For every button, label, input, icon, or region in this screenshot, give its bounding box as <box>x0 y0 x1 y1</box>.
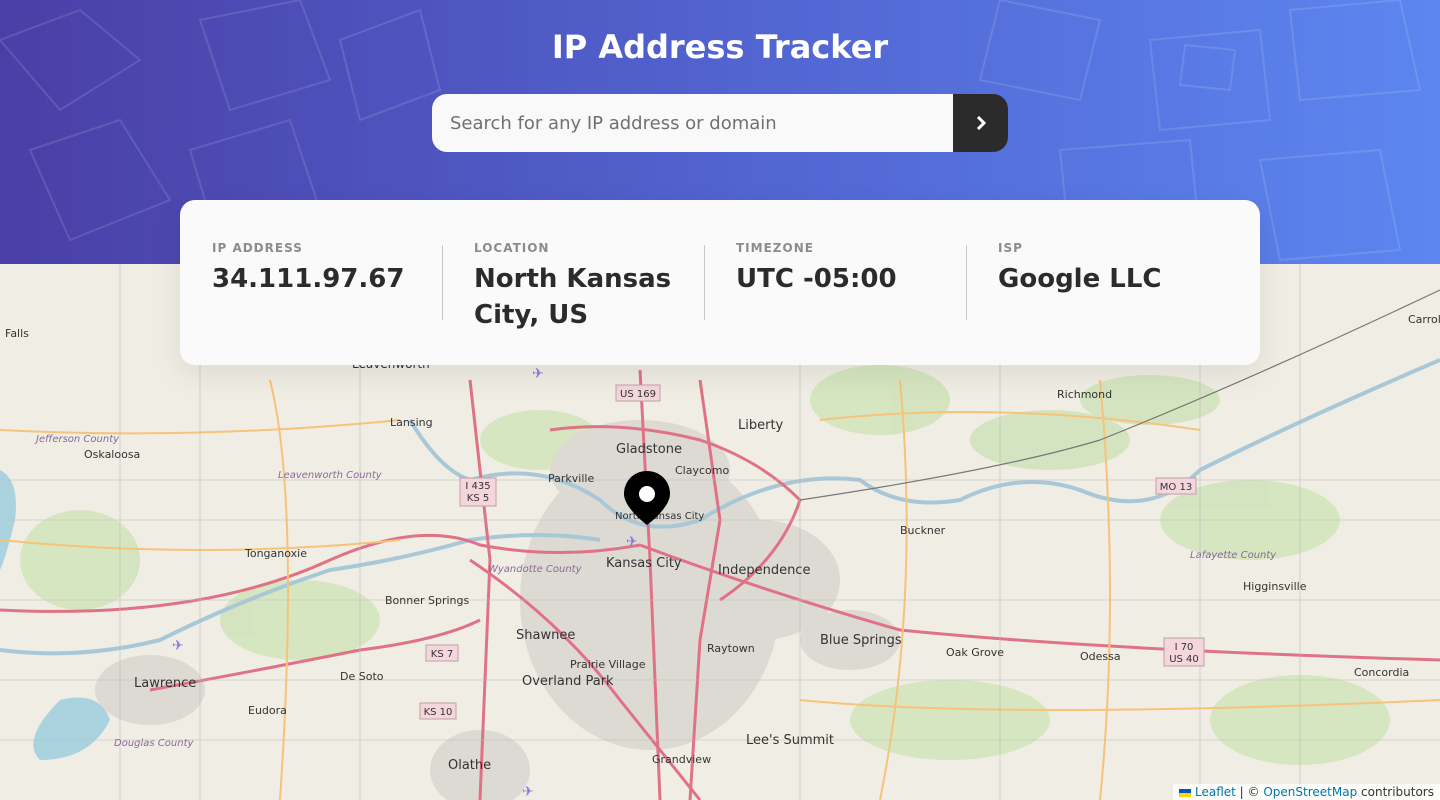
timezone-label: TIMEZONE <box>736 241 814 255</box>
map-label-liberty: Liberty <box>738 418 784 433</box>
map-label-eudora: Eudora <box>248 704 287 717</box>
map-label-ks5: KS 5 <box>467 493 489 504</box>
ip-address-section: IP ADDRESS 34.111.97.67 <box>212 241 442 365</box>
isp-value: Google LLC <box>998 264 1162 294</box>
airport-icon: ✈ <box>626 534 638 550</box>
search-input[interactable] <box>432 94 953 152</box>
map-label-oak-grove: Oak Grove <box>946 646 1004 659</box>
search-submit-button[interactable] <box>953 94 1008 152</box>
map-label-mo13: MO 13 <box>1160 482 1192 493</box>
map-label-parkville: Parkville <box>548 472 594 485</box>
map-label-prairie-village: Prairie Village <box>570 658 646 671</box>
leaflet-link[interactable]: Leaflet <box>1195 785 1236 799</box>
ip-address-value: 34.111.97.67 <box>212 264 405 294</box>
airport-icon: ✈ <box>172 638 184 654</box>
map-label-higginsville: Higginsville <box>1243 580 1307 593</box>
map-label-richmond: Richmond <box>1057 388 1112 401</box>
map-label-de-soto: De Soto <box>340 670 384 683</box>
map-label-i70: I 70 <box>1175 642 1194 653</box>
map-label-carrollton: Carroll <box>1408 313 1440 326</box>
timezone-section: TIMEZONE UTC -05:00 <box>704 241 966 365</box>
map-label-overland-park: Overland Park <box>522 674 614 689</box>
airport-icon: ✈ <box>522 784 534 800</box>
map-label-jefferson-county: Jefferson County <box>34 434 120 445</box>
map-label-wyandotte-county: Wyandotte County <box>488 564 583 575</box>
map-label-ks10: KS 10 <box>424 707 453 718</box>
map-label-shawnee: Shawnee <box>516 628 575 643</box>
location-section: LOCATION North Kansas City, US <box>442 241 704 365</box>
map-label-raytown: Raytown <box>707 642 755 655</box>
map-label-claycomo: Claycomo <box>675 464 729 477</box>
attribution-suffix: contributors <box>1357 785 1434 799</box>
search-bar <box>432 94 1008 152</box>
map-label-tonganoxie: Tonganoxie <box>244 547 307 560</box>
map-attribution: Leaflet | © OpenStreetMap contributors <box>1173 784 1440 800</box>
location-label: LOCATION <box>474 241 550 255</box>
page-title: IP Address Tracker <box>551 28 889 66</box>
location-value: North Kansas City, US <box>474 264 672 330</box>
map-label-douglas-county: Douglas County <box>114 738 194 749</box>
map-label-us40: US 40 <box>1169 654 1199 665</box>
map-label-odessa: Odessa <box>1080 650 1121 663</box>
ukraine-flag-icon <box>1179 788 1192 797</box>
map-label-grandview: Grandview <box>652 753 711 766</box>
map-label-bonner-springs: Bonner Springs <box>385 594 470 607</box>
map-label-lansing: Lansing <box>390 416 433 429</box>
map-label-lafayette-county: Lafayette County <box>1190 550 1277 561</box>
timezone-value: UTC -05:00 <box>736 264 897 294</box>
isp-label: ISP <box>998 241 1023 255</box>
ip-address-label: IP ADDRESS <box>212 241 303 255</box>
map-label-olathe: Olathe <box>448 758 491 773</box>
isp-section: ISP Google LLC <box>966 241 1228 365</box>
map-label-ks7: KS 7 <box>431 649 453 660</box>
map-label-falls: Falls <box>5 327 29 340</box>
location-pin-icon[interactable] <box>623 470 671 526</box>
openstreetmap-link[interactable]: OpenStreetMap <box>1263 785 1357 799</box>
map-label-buckner: Buckner <box>900 524 946 537</box>
map-label-blue-springs: Blue Springs <box>820 633 902 648</box>
ip-info-card: IP ADDRESS 34.111.97.67 LOCATION North K… <box>180 200 1260 365</box>
map-label-gladstone: Gladstone <box>616 442 682 457</box>
map-label-us169: US 169 <box>620 389 656 400</box>
map-label-lees-summit: Lee's Summit <box>746 733 834 748</box>
map-label-kansas-city: Kansas City <box>606 556 682 571</box>
map-label-concordia: Concordia <box>1354 666 1409 679</box>
airport-icon: ✈ <box>532 366 544 382</box>
map-label-leavenworth-county: Leavenworth County <box>278 470 383 481</box>
attribution-separator: | © <box>1235 785 1264 799</box>
map-label-oskaloosa: Oskaloosa <box>84 448 140 461</box>
map-label-lawrence: Lawrence <box>134 676 196 691</box>
map-label-independence: Independence <box>718 563 810 578</box>
chevron-right-icon <box>976 116 986 130</box>
map-label-i435: I 435 <box>465 481 490 492</box>
